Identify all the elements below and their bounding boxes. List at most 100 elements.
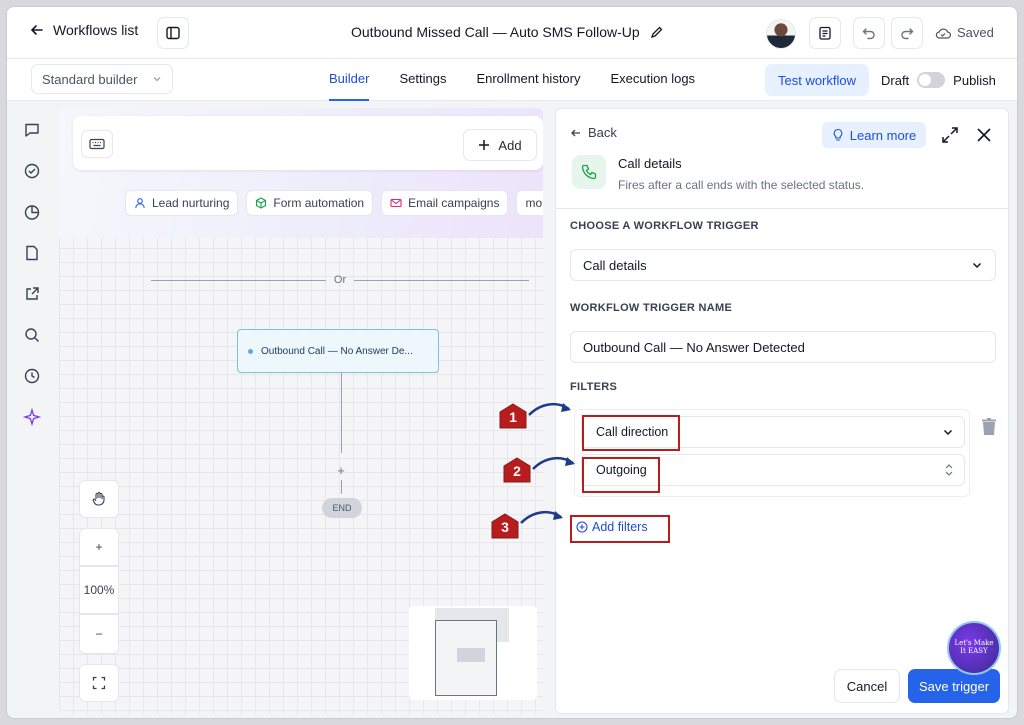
plus-icon: [479, 140, 490, 150]
add-filters-button[interactable]: Add filters: [570, 515, 654, 539]
external-link-icon[interactable]: [17, 279, 47, 309]
connector-line: [341, 480, 342, 494]
chip-label: Email campaigns: [408, 196, 500, 210]
test-workflow-button[interactable]: Test workflow: [765, 64, 869, 96]
panel-title: Call details: [618, 156, 682, 171]
filter-field-select[interactable]: Call direction: [581, 416, 965, 448]
minimap[interactable]: [409, 606, 537, 700]
chat-icon[interactable]: [17, 115, 47, 145]
end-node: END: [322, 498, 362, 518]
connector-line: [341, 373, 342, 453]
workflow-title: Outbound Missed Call — Auto SMS Follow-U…: [351, 24, 664, 40]
cube-icon: [256, 197, 267, 209]
learn-more-label: Learn more: [849, 127, 917, 143]
workflows-list-label: Workflows list: [53, 22, 139, 38]
add-trigger-button[interactable]: Add: [463, 129, 537, 161]
redo-button[interactable]: [891, 17, 923, 49]
check-circle-icon[interactable]: [17, 156, 47, 186]
workflow-title-text: Outbound Missed Call — Auto SMS Follow-U…: [351, 24, 640, 40]
filter-group: Call direction Outgoing: [574, 409, 970, 497]
or-label: Or: [333, 274, 347, 286]
tab-builder[interactable]: Builder: [329, 59, 370, 101]
chevron-down-icon: [153, 77, 161, 82]
builder-nav-bar: Standard builder Builder Settings Enroll…: [7, 59, 1017, 101]
trigger-settings-panel: Back Learn more Call details Fires after…: [555, 108, 1009, 714]
keyboard-icon: [89, 138, 105, 150]
trigger-name-value: Outbound Call — No Answer Detected: [583, 339, 805, 355]
trigger-select-value: Call details: [583, 257, 647, 273]
chip-label: mo: [525, 196, 543, 210]
undo-icon: [862, 28, 875, 40]
notes-button[interactable]: [809, 17, 841, 49]
cancel-button[interactable]: Cancel: [834, 669, 900, 703]
save-trigger-button[interactable]: Save trigger: [908, 669, 1000, 703]
add-step-button[interactable]: +: [332, 462, 350, 480]
app-window: Workflows list Outbound Missed Call — Au…: [6, 6, 1018, 719]
step-marker-2: 2: [503, 457, 531, 483]
tab-settings[interactable]: Settings: [399, 59, 446, 101]
tab-list: Builder Settings Enrollment history Exec…: [329, 59, 695, 101]
pan-tool-button[interactable]: [79, 480, 119, 518]
close-icon[interactable]: [974, 125, 994, 145]
arrow-right-icon: [532, 456, 575, 470]
arrow-right-icon: [520, 510, 563, 524]
saved-status: Saved: [935, 25, 994, 40]
zoom-in-button[interactable]: +: [79, 528, 119, 566]
add-label: Add: [498, 137, 522, 153]
zoom-out-button[interactable]: −: [79, 614, 119, 654]
left-icon-rail: [17, 115, 47, 443]
undo-button[interactable]: [853, 17, 885, 49]
document-icon[interactable]: [17, 238, 47, 268]
or-divider: Or: [151, 274, 530, 286]
learn-more-button[interactable]: Learn more: [822, 122, 926, 148]
chip-lead-nurturing[interactable]: Lead nurturing: [125, 190, 239, 216]
search-icon[interactable]: [17, 320, 47, 350]
mail-icon: [390, 198, 402, 208]
publish-toggle[interactable]: [917, 72, 946, 88]
workflow-canvas[interactable]: Add Lead nurturing Form automation Email…: [59, 108, 543, 714]
publish-toggle-group: Draft Publish: [881, 72, 996, 88]
trigger-name-input[interactable]: Outbound Call — No Answer Detected: [570, 331, 996, 363]
step-number: 2: [513, 463, 521, 479]
fit-screen-icon: [92, 676, 106, 690]
toggle-sidebar-button[interactable]: [157, 17, 189, 49]
fit-view-button[interactable]: [79, 664, 119, 702]
pie-chart-icon[interactable]: [17, 197, 47, 227]
chip-more[interactable]: mo: [516, 190, 543, 216]
back-button[interactable]: Back: [570, 125, 617, 140]
arrow-left-icon: [571, 129, 580, 136]
trigger-name-label: WORKFLOW TRIGGER NAME: [570, 302, 733, 314]
add-filters-label: Add filters: [592, 520, 648, 534]
template-chips: Lead nurturing Form automation Email cam…: [125, 190, 543, 216]
history-icon[interactable]: [17, 361, 47, 391]
keyboard-shortcuts-button[interactable]: [81, 130, 113, 158]
status-dot: [248, 348, 253, 354]
chip-email-campaigns[interactable]: Email campaigns: [381, 190, 509, 216]
builder-type-select[interactable]: Standard builder: [31, 64, 173, 94]
saved-label: Saved: [957, 25, 994, 40]
step-marker-3: 3: [491, 513, 519, 539]
tab-execution-logs[interactable]: Execution logs: [611, 59, 696, 101]
step-number: 1: [509, 409, 517, 425]
trigger-select[interactable]: Call details: [570, 249, 996, 281]
trigger-node-label: Outbound Call — No Answer De...: [261, 345, 413, 357]
chevron-down-icon: [972, 262, 982, 269]
workflows-list-link[interactable]: Workflows list: [29, 22, 138, 38]
pencil-icon[interactable]: [650, 25, 664, 39]
arrow-left-icon: [30, 25, 43, 35]
divider: [556, 208, 1008, 209]
phone-icon: [581, 164, 597, 180]
publish-label: Publish: [953, 72, 996, 88]
panel-subtitle: Fires after a call ends with the selecte…: [618, 178, 865, 192]
filter-value-select[interactable]: Outgoing: [581, 454, 965, 486]
builder-type-value: Standard builder: [42, 71, 138, 87]
trigger-node[interactable]: Outbound Call — No Answer De...: [237, 329, 439, 373]
sparkle-icon[interactable]: [17, 402, 47, 432]
trash-icon[interactable]: [980, 417, 998, 437]
expand-icon[interactable]: [940, 125, 960, 145]
chip-form-automation[interactable]: Form automation: [246, 190, 374, 216]
lightbulb-icon: [833, 128, 843, 141]
tab-enrollment-history[interactable]: Enrollment history: [476, 59, 580, 101]
avatar[interactable]: [766, 19, 796, 49]
user-icon: [135, 198, 145, 209]
